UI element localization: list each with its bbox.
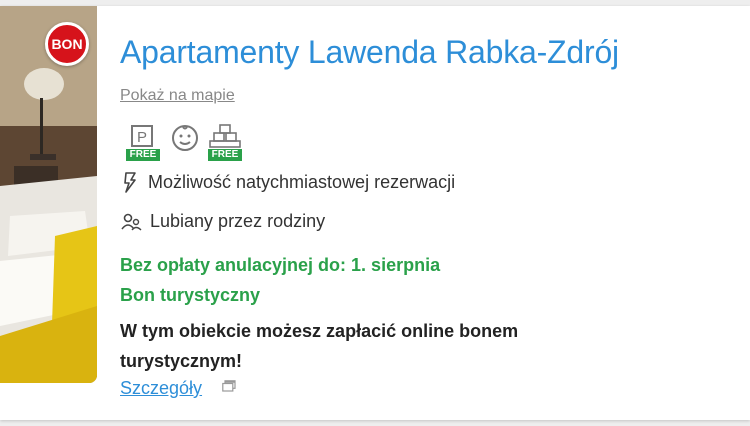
child-face-icon [170, 123, 200, 158]
family-friendly-row: Lubiany przez rodziny [120, 211, 325, 232]
free-cancellation-text: Bez opłaty anulacyjnej do: 1. sierpnia [120, 255, 441, 275]
bon-badge: BON [45, 22, 89, 66]
hotel-title[interactable]: Apartamenty Lawenda Rabka-Zdrój [120, 34, 619, 71]
family-icon [121, 213, 142, 231]
listing-photo[interactable]: BON [0, 6, 97, 383]
voucher-title: Bon turystyczny [120, 285, 261, 305]
svg-text:P: P [137, 129, 147, 146]
family-friendly-text: Lubiany przez rodziny [150, 211, 326, 231]
show-on-map-link[interactable]: Pokaż na mapie [120, 87, 235, 105]
room-photo-image [0, 6, 97, 383]
playground-free-tag: FREE [211, 149, 239, 160]
external-window-icon[interactable] [222, 380, 236, 392]
free-playground-icon: FREE [208, 123, 242, 168]
parking-free-tag: FREE [129, 149, 157, 160]
lightning-icon [124, 172, 136, 193]
listing-card: BON Apartamenty Lawenda Rabka-Zdrój Poka… [0, 6, 750, 420]
details-link[interactable]: Szczegóły [120, 378, 202, 399]
instant-booking-row: Możliwość natychmiastowej rezerwacji [120, 171, 455, 193]
free-parking-icon: P FREE [126, 123, 160, 168]
voucher-description: W tym obiekcie możesz zapłacić online bo… [120, 321, 519, 371]
instant-booking-text: Możliwość natychmiastowej rezerwacji [148, 171, 456, 192]
